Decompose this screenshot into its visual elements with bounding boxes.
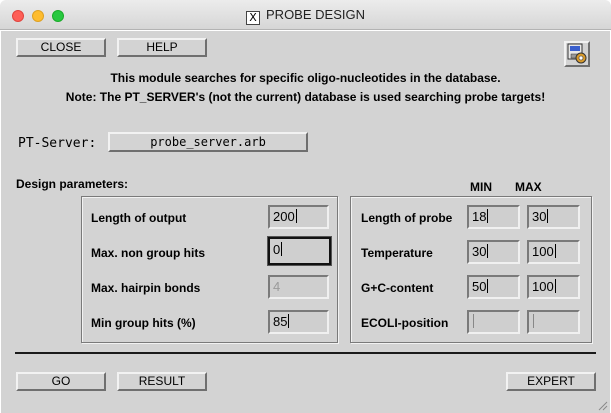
gc-content-max-field[interactable]: 100 <box>527 275 580 299</box>
window-titlebar: X PROBE DESIGN <box>0 0 611 30</box>
length-of-probe-min-field[interactable]: 18 <box>467 205 520 229</box>
max-hairpin-bonds-label: Max. hairpin bonds <box>91 281 201 295</box>
gc-content-min-field[interactable]: 50 <box>467 275 520 299</box>
window-title-text: PROBE DESIGN <box>266 7 365 22</box>
help-button[interactable]: HELP <box>117 38 207 57</box>
go-button[interactable]: GO <box>16 372 106 391</box>
intro-line-2: Note: The PT_SERVER's (not the current) … <box>65 90 546 104</box>
expert-button[interactable]: EXPERT <box>506 372 596 391</box>
min-column-header: MIN <box>470 180 492 194</box>
max-non-group-hits-label: Max. non group hits <box>91 246 205 260</box>
x11-icon: X <box>246 11 261 25</box>
max-column-header: MAX <box>515 180 542 194</box>
design-parameters-heading: Design parameters: <box>16 177 129 191</box>
footer-separator <box>15 352 596 354</box>
close-button[interactable]: CLOSE <box>16 38 106 57</box>
length-of-output-field[interactable]: 200 <box>268 205 329 229</box>
max-non-group-hits-field[interactable]: 0 <box>268 237 331 265</box>
pt-server-label: PT-Server: <box>18 136 97 151</box>
probe-design-panel: CLOSE HELP This module searches for spec… <box>1 31 610 413</box>
min-group-hits-field[interactable]: 85 <box>268 310 329 334</box>
resize-grip-icon[interactable] <box>596 399 608 411</box>
temperature-max-field[interactable]: 100 <box>527 240 580 264</box>
intro-line-1: This module searches for specific oligo-… <box>110 71 501 85</box>
length-of-output-label: Length of output <box>91 211 187 225</box>
length-of-probe-max-field[interactable]: 30 <box>527 205 580 229</box>
min-group-hits-label: Min group hits (%) <box>91 316 196 330</box>
gc-content-label: G+C-content <box>361 281 434 295</box>
config-icon[interactable] <box>564 41 590 67</box>
ecoli-position-min-field[interactable] <box>467 310 520 334</box>
pt-server-select[interactable]: probe_server.arb <box>108 132 308 152</box>
temperature-min-field[interactable]: 30 <box>467 240 520 264</box>
ecoli-position-max-field[interactable] <box>527 310 580 334</box>
temperature-label: Temperature <box>361 246 433 260</box>
max-hairpin-bonds-field: 4 <box>268 275 329 299</box>
ecoli-position-label: ECOLI-position <box>361 316 449 330</box>
result-button[interactable]: RESULT <box>117 372 207 391</box>
length-of-probe-label: Length of probe <box>361 211 453 225</box>
window-title: X PROBE DESIGN <box>0 7 611 25</box>
